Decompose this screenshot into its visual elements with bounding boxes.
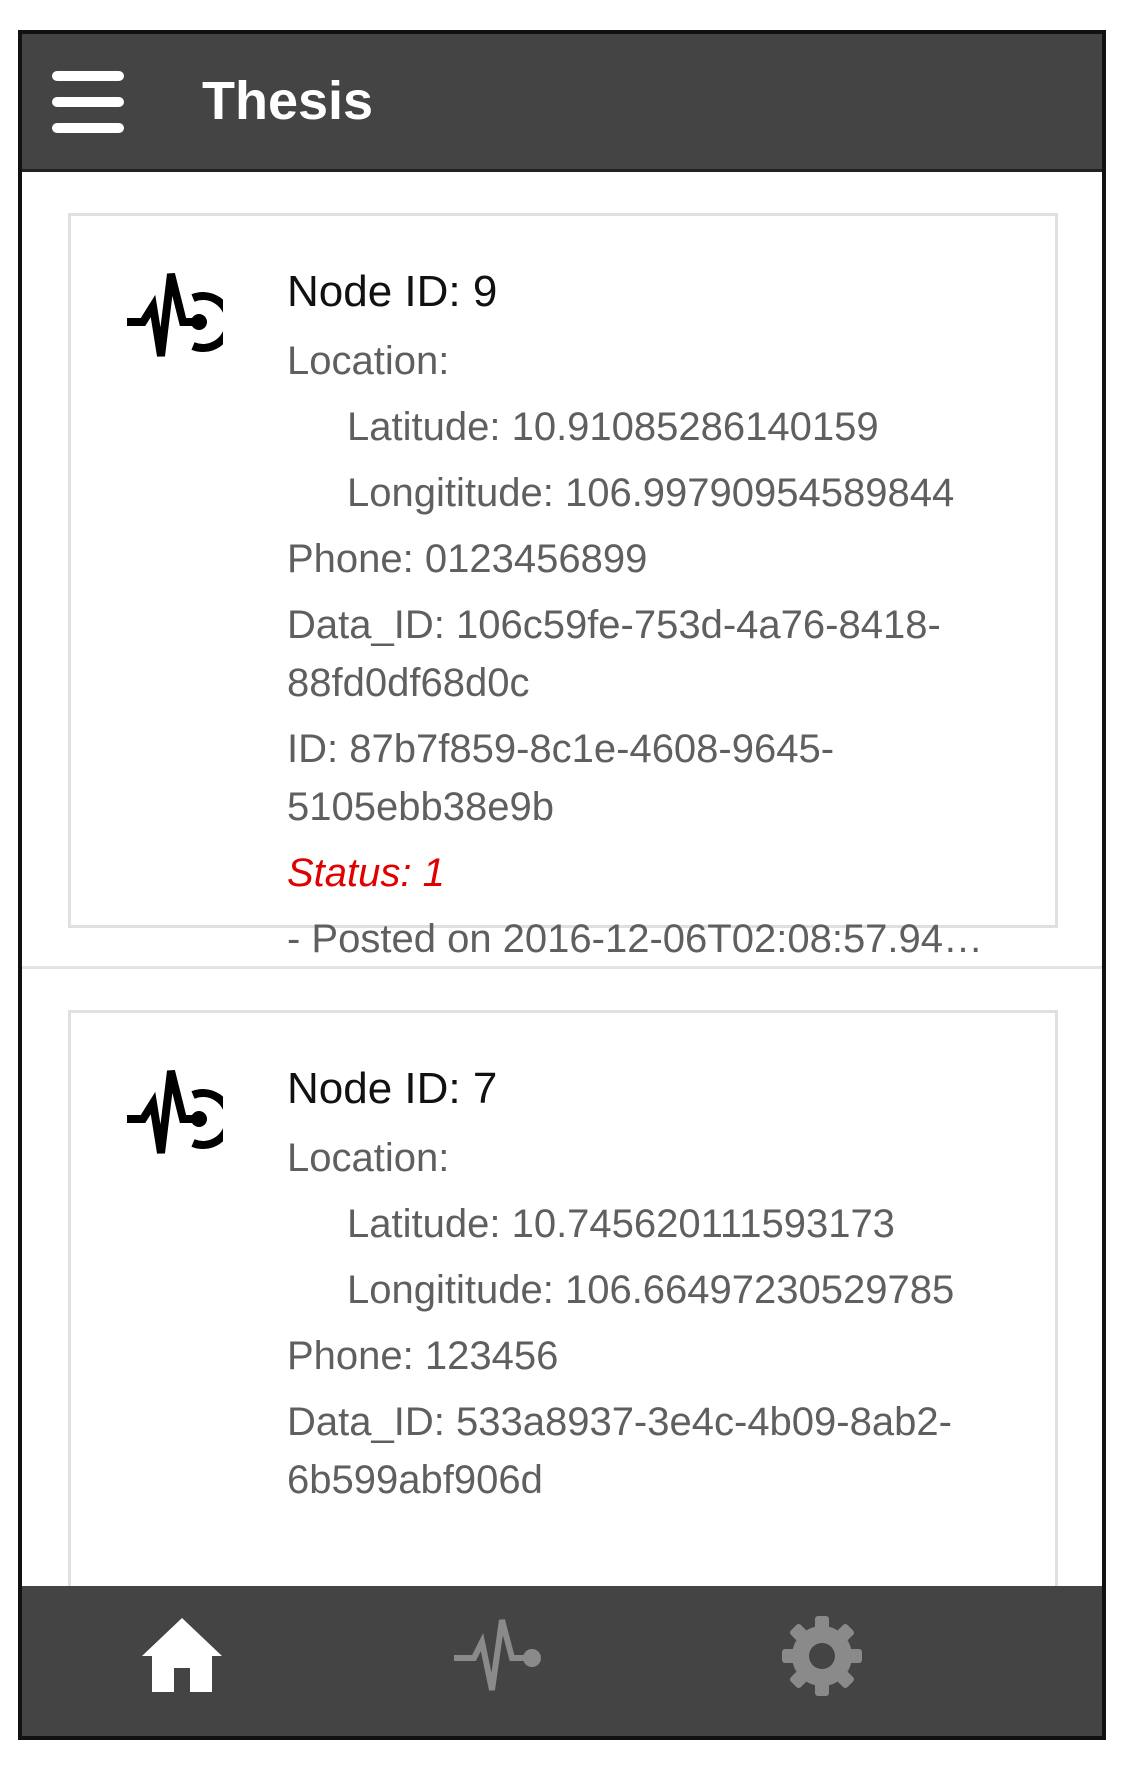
list-item[interactable]: Node ID: 9 Location: Latitude: 10.910852… [22, 172, 1102, 969]
tab-activity[interactable] [442, 1606, 562, 1716]
phone: Phone: 123456 [287, 1334, 559, 1378]
status-text: Status: 1 [287, 851, 445, 895]
data-id: Data_ID: 106c59fe-753d-4a76-8418-88fd0df… [287, 603, 941, 705]
app-bar: Thesis [22, 34, 1102, 172]
data-id: Data_ID: 533a8937-3e4c-4b09-8ab2-6b599ab… [287, 1400, 952, 1502]
latitude: Latitude: 10.745620111593173 [347, 1202, 895, 1246]
pulse-node-icon [127, 1070, 223, 1154]
list-item[interactable]: Node ID: 7 Location: Latitude: 10.745620… [22, 969, 1102, 1594]
node-card[interactable]: Node ID: 9 Location: Latitude: 10.910852… [68, 213, 1058, 961]
posted-on: - Posted on 2016-12-06T02:08:57.94… [287, 917, 984, 961]
latitude: Latitude: 10.91085286140159 [347, 405, 879, 449]
home-icon [142, 1618, 222, 1692]
tab-settings[interactable] [762, 1606, 882, 1716]
longitude: Longititude: 106.99790954589844 [347, 471, 955, 515]
gear-icon [782, 1616, 862, 1696]
node-card[interactable]: Node ID: 7 Location: Latitude: 10.745620… [68, 1010, 1058, 1594]
pulse-icon [454, 1619, 541, 1691]
pulse-node-icon [127, 273, 223, 357]
app-frame: Thesis Node ID: 9 Location: Latitude: 10… [18, 30, 1106, 1740]
node-list[interactable]: Node ID: 9 Location: Latitude: 10.910852… [22, 172, 1102, 1594]
hamburger-menu-icon[interactable] [52, 71, 124, 133]
node-id: Node ID: 9 [287, 267, 498, 316]
phone: Phone: 0123456899 [287, 537, 648, 581]
page-title: Thesis [202, 71, 374, 131]
record-id: ID: 87b7f859-8c1e-4608-9645-5105ebb38e9b [287, 727, 835, 829]
location-label: Location: [287, 1136, 450, 1180]
tab-home[interactable] [122, 1606, 242, 1716]
location-label: Location: [287, 339, 450, 383]
bottom-nav [22, 1586, 1102, 1736]
longitude: Longititude: 106.66497230529785 [347, 1268, 955, 1312]
node-id: Node ID: 7 [287, 1064, 498, 1113]
